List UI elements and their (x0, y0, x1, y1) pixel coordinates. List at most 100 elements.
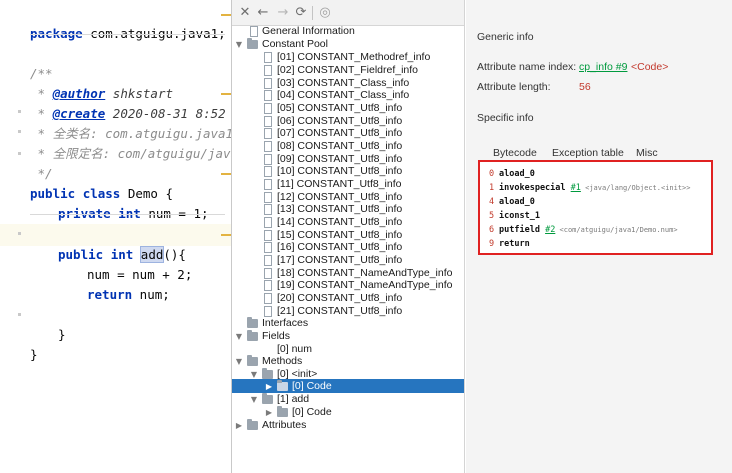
file-icon (264, 306, 272, 317)
tab-bytecode[interactable]: Bytecode (493, 147, 537, 159)
tree-item-constant[interactable]: [14] CONSTANT_Utf8_info (232, 216, 464, 229)
attr-name-index-label: Attribute name index: (477, 61, 577, 73)
chevron-down-icon[interactable]: ▼ (234, 330, 244, 343)
folder-icon (277, 380, 288, 391)
file-icon (264, 52, 272, 63)
tree-item-fields[interactable]: ▼ Fields (232, 330, 464, 343)
chevron-right-icon[interactable]: ▶ (264, 380, 274, 393)
tree-item-constant[interactable]: [10] CONSTANT_Utf8_info (232, 165, 464, 178)
code-line-package[interactable]: package com.atguigu.java1; (0, 4, 231, 41)
code-line-create[interactable]: * @create 2020-08-31 8:52 (0, 84, 231, 121)
forward-arrow-icon[interactable]: → (274, 4, 292, 22)
code-line-assign[interactable]: num = num + 2; (0, 245, 231, 282)
chevron-down-icon[interactable]: ▼ (234, 38, 244, 51)
bytecode-line: 6 putfield #2 <com/atguigu/java1/Demo.num… (489, 225, 678, 235)
tree-item-constant[interactable]: [08] CONSTANT_Utf8_info (232, 140, 464, 153)
error-stripe-mark[interactable] (221, 14, 231, 16)
tree-item-attributes[interactable]: ▶ Attributes (232, 419, 464, 432)
folder-icon (262, 368, 273, 379)
file-icon (264, 103, 272, 114)
gutter-marker (18, 313, 21, 316)
line-separator (30, 214, 225, 215)
tab-misc[interactable]: Misc (636, 147, 658, 159)
chevron-down-icon[interactable]: ▼ (234, 355, 244, 368)
file-icon (264, 204, 272, 215)
close-icon[interactable]: ✕ (236, 4, 254, 22)
web-icon[interactable]: ◎ (316, 4, 334, 22)
code-line-return[interactable]: return num; (0, 265, 231, 302)
code-line-field[interactable]: private int num = 1; (0, 184, 231, 221)
error-stripe-mark[interactable] (221, 93, 231, 95)
tree-item-constant[interactable]: [16] CONSTANT_Utf8_info (232, 241, 464, 254)
file-icon (264, 242, 272, 253)
cp-info-link[interactable]: cp_info #9 (579, 61, 627, 74)
tree-item-constant[interactable]: [17] CONSTANT_Utf8_info (232, 254, 464, 267)
tree-item-constant[interactable]: [11] CONSTANT_Utf8_info (232, 178, 464, 191)
tree-item-method-add[interactable]: ▼ [1] add (232, 393, 464, 406)
tab-exception-table[interactable]: Exception table (552, 147, 624, 159)
code-line-doc-open[interactable]: /** (0, 44, 231, 81)
code-line-method[interactable]: public int add(){ (0, 225, 231, 263)
file-icon (264, 192, 272, 203)
cp-ref-link[interactable]: #1 (571, 183, 581, 193)
tree-item-constant[interactable]: [20] CONSTANT_Utf8_info (232, 292, 464, 305)
tree-item-code-add[interactable]: ▶ [0] Code (232, 406, 464, 419)
code-line-class-decl[interactable]: public class Demo { (0, 164, 231, 201)
file-icon (264, 230, 272, 241)
back-arrow-icon[interactable]: ← (254, 4, 272, 22)
tree-item-interfaces[interactable]: Interfaces (232, 317, 464, 330)
tree-item-constant[interactable]: [19] CONSTANT_NameAndType_info (232, 279, 464, 292)
jclasslib-tree-pane[interactable]: ✕ ← → ⟳ ◎ General Information ▼ Constant… (231, 0, 465, 473)
file-icon (264, 90, 272, 101)
error-stripe-mark[interactable] (221, 173, 231, 175)
code-line-author[interactable]: * @author shkstart (0, 64, 231, 101)
file-icon (264, 280, 272, 291)
folder-icon (247, 419, 258, 430)
tree-item-code-init-selected[interactable]: ▶ [0] Code (232, 380, 464, 393)
tree-item-constant[interactable]: [07] CONSTANT_Utf8_info (232, 127, 464, 140)
tree-item-constant[interactable]: [05] CONSTANT_Utf8_info (232, 102, 464, 115)
tree-item-constant[interactable]: [04] CONSTANT_Class_info (232, 89, 464, 102)
specific-info-title: Specific info (477, 112, 534, 124)
code-line-classname[interactable]: * 全类名: com.atguigu.java1. (0, 104, 231, 141)
cp-ref-link[interactable]: #2 (545, 225, 555, 235)
code-line-doc-close[interactable]: */ (0, 144, 231, 181)
file-icon (250, 26, 258, 37)
bytecode-line: 4 aload_0 (489, 197, 535, 207)
tree-item-constant[interactable]: [13] CONSTANT_Utf8_info (232, 203, 464, 216)
chevron-right-icon[interactable]: ▶ (234, 419, 244, 432)
refresh-icon[interactable]: ⟳ (292, 4, 310, 22)
line-separator (30, 34, 225, 35)
bytecode-line: 0 aload_0 (489, 169, 535, 179)
file-icon (264, 179, 272, 190)
generic-info-title: Generic info (477, 31, 534, 43)
folder-icon (277, 406, 288, 417)
file-icon (264, 78, 272, 89)
tree-item-methods[interactable]: ▼ Methods (232, 355, 464, 368)
attribute-info-pane: Generic info Attribute name index: cp_in… (466, 0, 732, 473)
gutter-marker (18, 130, 21, 133)
tree-item-constant-pool[interactable]: ▼ Constant Pool (232, 38, 464, 51)
tree-item-constant[interactable]: [02] CONSTANT_Fieldref_info (232, 64, 464, 77)
code-line-close-class[interactable]: } (0, 325, 231, 362)
file-icon (264, 154, 272, 165)
attr-length-label: Attribute length: (477, 81, 551, 93)
file-icon (264, 217, 272, 228)
folder-icon (247, 317, 258, 328)
chevron-right-icon[interactable]: ▶ (264, 406, 274, 419)
code-line-fullname[interactable]: * 全限定名: com/atguigu/java (0, 124, 231, 161)
code-line-close-method[interactable]: } (0, 305, 231, 342)
gutter-marker (18, 232, 21, 235)
file-icon (264, 65, 272, 76)
tree-item-constant[interactable]: [01] CONSTANT_Methodref_info (232, 51, 464, 64)
bytecode-listing[interactable]: 0 aload_0 1 invokespecial #1 <java/lang/Ob… (478, 160, 713, 255)
tree-item-general-info[interactable]: General Information (232, 25, 464, 38)
code-editor[interactable]: package com.atguigu.java1; /** * @author… (0, 0, 231, 473)
bytecode-line: 9 return (489, 239, 530, 249)
error-stripe-mark[interactable] (221, 234, 231, 236)
file-icon (264, 128, 272, 139)
chevron-down-icon[interactable]: ▼ (249, 393, 259, 406)
folder-icon (247, 330, 258, 341)
gutter-marker (18, 152, 21, 155)
attr-name-value: <Code> (631, 61, 669, 73)
